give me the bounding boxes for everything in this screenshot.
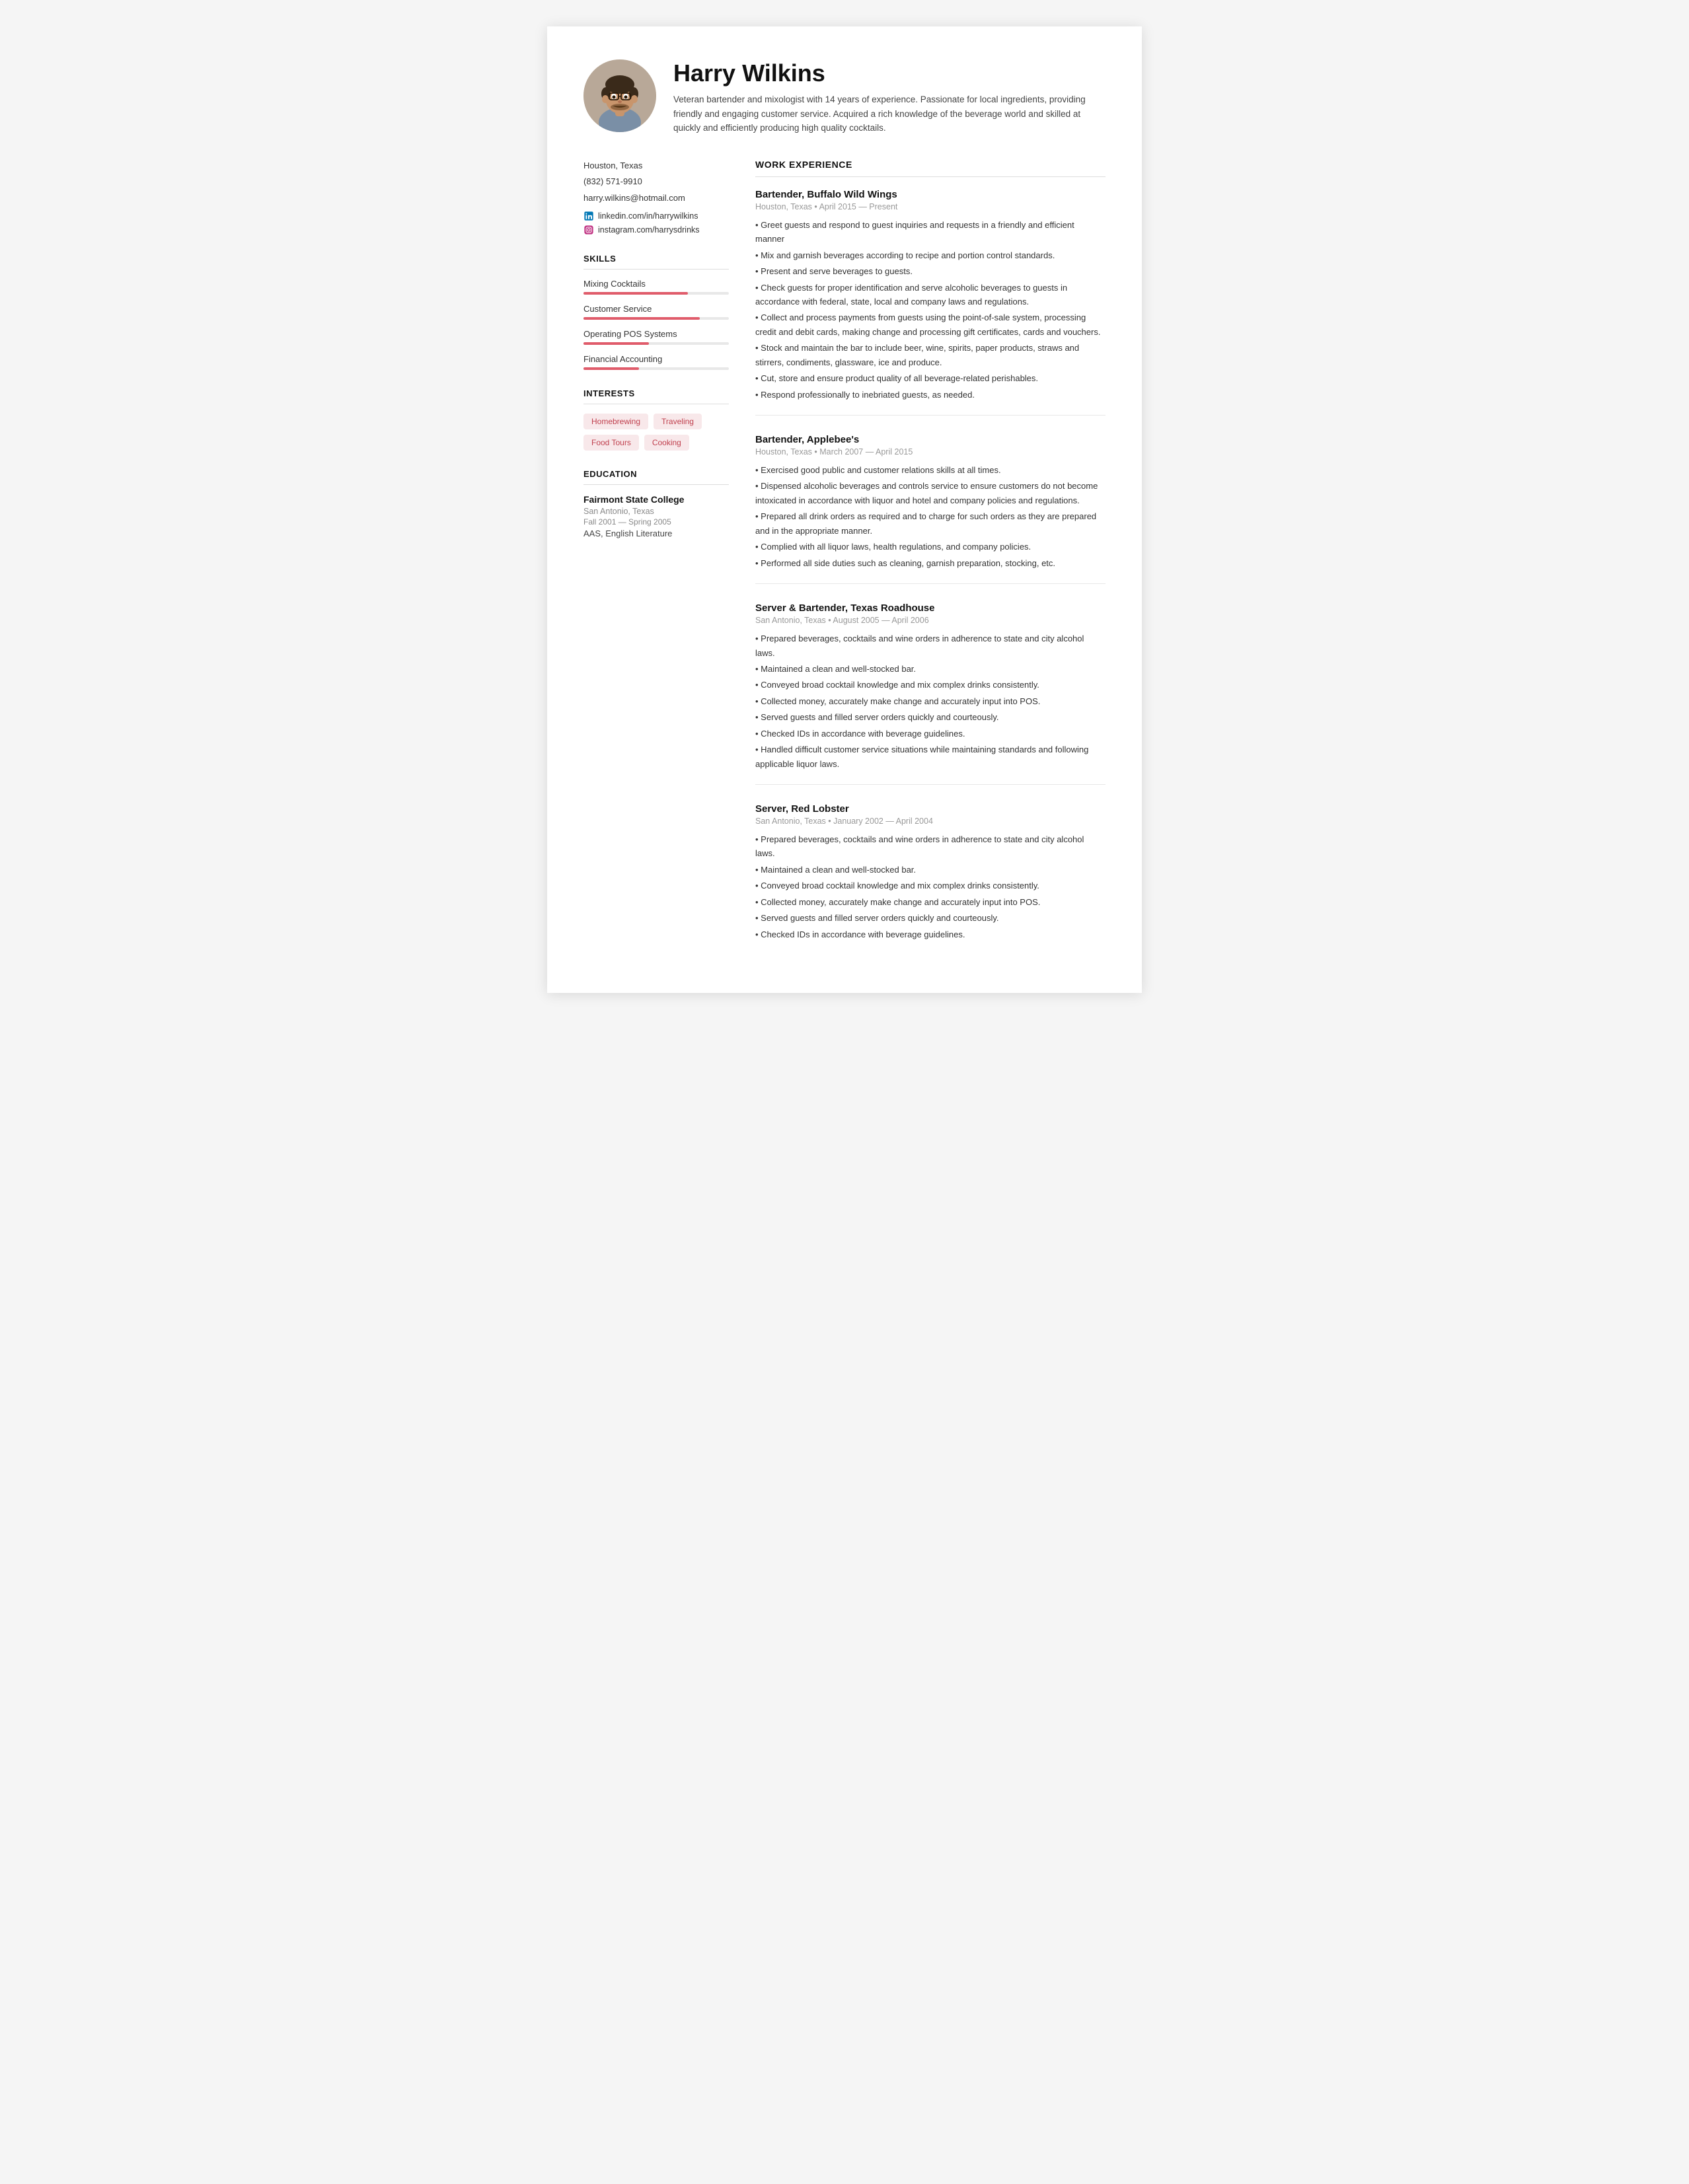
resume-container: Harry Wilkins Veteran bartender and mixo…	[547, 26, 1142, 993]
edu-school: Fairmont State College	[583, 494, 729, 505]
body-layout: Houston, Texas (832) 571-9910 harry.wilk…	[583, 159, 1106, 960]
interest-tag: Food Tours	[583, 435, 639, 451]
job-separator	[755, 583, 1106, 584]
jobs-list: Bartender, Buffalo Wild Wings Houston, T…	[755, 189, 1106, 941]
skills-list: Mixing Cocktails Customer Service Operat…	[583, 279, 729, 370]
job-bullet: • Maintained a clean and well-stocked ba…	[755, 863, 1106, 877]
job-bullet: • Complied with all liquor laws, health …	[755, 540, 1106, 554]
interest-tag: Homebrewing	[583, 414, 648, 429]
skill-bar-fill	[583, 317, 700, 320]
job-bullet: • Handled difficult customer service sit…	[755, 743, 1106, 771]
job-bullet: • Conveyed broad cocktail knowledge and …	[755, 879, 1106, 892]
job-bullet: • Cut, store and ensure product quality …	[755, 371, 1106, 385]
job-bullet: • Conveyed broad cocktail knowledge and …	[755, 678, 1106, 692]
job-item: Bartender, Applebee's Houston, Texas • M…	[755, 434, 1106, 584]
candidate-summary: Veteran bartender and mixologist with 14…	[673, 92, 1106, 135]
job-bullet: • Prepared beverages, cocktails and wine…	[755, 632, 1106, 660]
job-separator	[755, 784, 1106, 785]
interest-tag: Cooking	[644, 435, 689, 451]
job-item: Server, Red Lobster San Antonio, Texas •…	[755, 803, 1106, 941]
job-bullet: • Collect and process payments from gues…	[755, 310, 1106, 339]
skill-bar-bg	[583, 317, 729, 320]
skill-bar-fill	[583, 342, 649, 345]
work-divider	[755, 176, 1106, 177]
job-bullet: • Exercised good public and customer rel…	[755, 463, 1106, 477]
job-bullet: • Served guests and filled server orders…	[755, 911, 1106, 925]
job-bullet: • Dispensed alcoholic beverages and cont…	[755, 479, 1106, 507]
header-text: Harry Wilkins Veteran bartender and mixo…	[673, 59, 1106, 135]
work-section-title: WORK EXPERIENCE	[755, 159, 1106, 170]
interest-tag: Traveling	[654, 414, 702, 429]
job-meta: Houston, Texas • March 2007 — April 2015	[755, 447, 1106, 456]
skill-item: Financial Accounting	[583, 354, 729, 370]
candidate-name: Harry Wilkins	[673, 59, 1106, 87]
instagram-icon	[583, 225, 594, 235]
skill-name: Mixing Cocktails	[583, 279, 729, 289]
job-bullet: • Collected money, accurately make chang…	[755, 694, 1106, 708]
job-title: Bartender, Applebee's	[755, 434, 1106, 445]
job-bullet: • Respond professionally to inebriated g…	[755, 388, 1106, 402]
skills-section-title: SKILLS	[583, 254, 729, 264]
job-meta: San Antonio, Texas • January 2002 — Apri…	[755, 817, 1106, 826]
edu-dates: Fall 2001 — Spring 2005	[583, 517, 729, 527]
job-separator	[755, 415, 1106, 416]
skill-bar-bg	[583, 292, 729, 295]
right-column: WORK EXPERIENCE Bartender, Buffalo Wild …	[755, 159, 1106, 960]
job-bullet: • Checked IDs in accordance with beverag…	[755, 928, 1106, 941]
education-section-title: EDUCATION	[583, 469, 729, 479]
job-bullet: • Greet guests and respond to guest inqu…	[755, 218, 1106, 246]
skill-bar-bg	[583, 342, 729, 345]
contact-email: harry.wilkins@hotmail.com	[583, 192, 729, 205]
skill-bar-fill	[583, 292, 688, 295]
skill-item: Customer Service	[583, 304, 729, 320]
job-bullet: • Collected money, accurately make chang…	[755, 895, 1106, 909]
job-bullet: • Performed all side duties such as clea…	[755, 556, 1106, 570]
job-bullet: • Checked IDs in accordance with beverag…	[755, 727, 1106, 741]
skill-name: Operating POS Systems	[583, 329, 729, 339]
skill-bar-fill	[583, 367, 639, 370]
job-title: Server, Red Lobster	[755, 803, 1106, 815]
job-bullet: • Served guests and filled server orders…	[755, 710, 1106, 724]
job-item: Server & Bartender, Texas Roadhouse San …	[755, 602, 1106, 785]
interests-tags: Homebrewing Traveling Food Tours Cooking	[583, 414, 729, 451]
edu-degree: AAS, English Literature	[583, 528, 729, 538]
instagram-text: instagram.com/harrysdrinks	[598, 225, 700, 235]
job-title: Bartender, Buffalo Wild Wings	[755, 189, 1106, 200]
left-column: Houston, Texas (832) 571-9910 harry.wilk…	[583, 159, 729, 960]
skill-name: Customer Service	[583, 304, 729, 314]
contact-phone: (832) 571-9910	[583, 175, 729, 188]
contact-linkedin[interactable]: linkedin.com/in/harrywilkins	[583, 211, 729, 221]
job-bullet: • Prepared all drink orders as required …	[755, 509, 1106, 538]
contact-location: Houston, Texas	[583, 159, 729, 172]
edu-location: San Antonio, Texas	[583, 507, 729, 516]
job-bullet: • Check guests for proper identification…	[755, 281, 1106, 309]
job-bullet: • Present and serve beverages to guests.	[755, 264, 1106, 278]
job-meta: Houston, Texas • April 2015 — Present	[755, 202, 1106, 211]
job-bullet: • Maintained a clean and well-stocked ba…	[755, 662, 1106, 676]
job-bullet: • Stock and maintain the bar to include …	[755, 341, 1106, 369]
job-meta: San Antonio, Texas • August 2005 — April…	[755, 616, 1106, 625]
header-section: Harry Wilkins Veteran bartender and mixo…	[583, 59, 1106, 135]
linkedin-text: linkedin.com/in/harrywilkins	[598, 211, 698, 221]
skills-divider	[583, 269, 729, 270]
skill-item: Operating POS Systems	[583, 329, 729, 345]
education-divider	[583, 484, 729, 485]
job-item: Bartender, Buffalo Wild Wings Houston, T…	[755, 189, 1106, 416]
linkedin-icon	[583, 211, 594, 221]
avatar	[583, 59, 656, 132]
job-bullet: • Mix and garnish beverages according to…	[755, 248, 1106, 262]
contact-instagram[interactable]: instagram.com/harrysdrinks	[583, 225, 729, 235]
job-title: Server & Bartender, Texas Roadhouse	[755, 602, 1106, 614]
interests-section-title: INTERESTS	[583, 388, 729, 398]
skill-item: Mixing Cocktails	[583, 279, 729, 295]
skill-name: Financial Accounting	[583, 354, 729, 364]
skill-bar-bg	[583, 367, 729, 370]
job-bullet: • Prepared beverages, cocktails and wine…	[755, 832, 1106, 861]
